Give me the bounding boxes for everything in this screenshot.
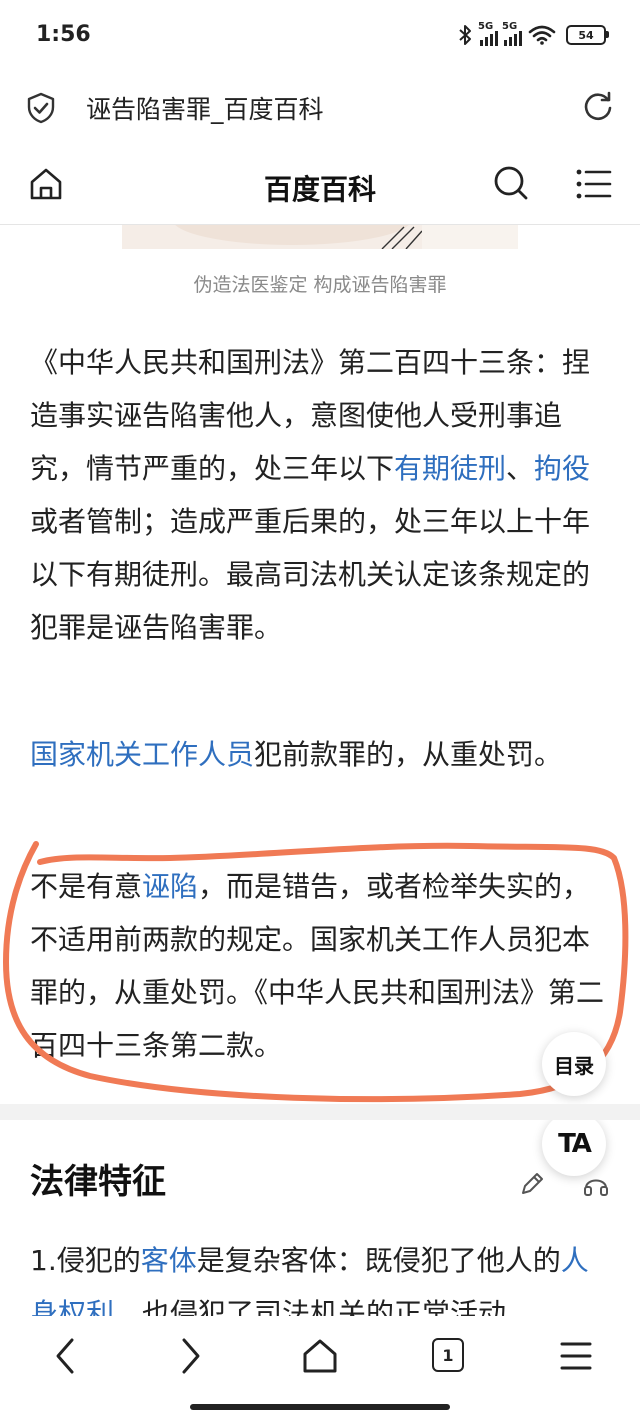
back-icon[interactable] bbox=[50, 1336, 80, 1376]
image-fragment bbox=[175, 225, 518, 249]
tab-count: 1 bbox=[442, 1345, 454, 1365]
paragraph-3: 不是有意诬陷，而是错告，或者检举失实的，不适用前两款的规定。国家机关工作人员犯本… bbox=[30, 860, 614, 1072]
home-nav-icon[interactable] bbox=[300, 1336, 340, 1376]
gesture-bar[interactable] bbox=[190, 1404, 450, 1410]
home-icon[interactable] bbox=[28, 166, 64, 202]
search-icon[interactable] bbox=[492, 164, 530, 202]
status-icons: 5G 5G 54 bbox=[456, 21, 609, 46]
forward-icon[interactable] bbox=[176, 1336, 206, 1376]
paragraph-1: 《中华人民共和国刑法》第二百四十三条：捏造事实诬告陷害他人，意图使他人受刑事追究… bbox=[30, 336, 614, 654]
link-wuxian[interactable]: 诬陷 bbox=[142, 870, 198, 903]
browser-menu-icon[interactable] bbox=[558, 1336, 594, 1376]
image-caption: 伪造法医鉴定 构成诬告陷害罪 bbox=[193, 274, 447, 296]
signal-icon-2: 5G bbox=[502, 21, 522, 46]
paragraph-2: 国家机关工作人员犯前款罪的，从重处罚。 bbox=[30, 728, 614, 781]
toc-button[interactable]: 目录 bbox=[542, 1032, 606, 1096]
browser-title-bar[interactable]: 诬告陷害罪_百度百科 bbox=[0, 76, 640, 140]
status-time: 1:56 bbox=[36, 22, 91, 47]
text-span: 1.侵犯的 bbox=[30, 1244, 141, 1277]
text-span: 不是有意 bbox=[30, 870, 143, 903]
section-divider bbox=[0, 1104, 640, 1120]
page-title[interactable]: 诬告陷害罪_百度百科 bbox=[86, 90, 324, 126]
text-span: 或者管制；造成严重后果的，处三年以上十年以下有期徒刑。最高司法机关认定该条规定的… bbox=[30, 505, 591, 644]
wifi-icon bbox=[528, 25, 556, 45]
site-name: 百度百科 bbox=[263, 173, 376, 206]
toc-label: 目录 bbox=[554, 1053, 594, 1078]
ta-button[interactable]: TA bbox=[542, 1112, 606, 1176]
article-image[interactable] bbox=[122, 225, 518, 249]
section-title: 法律特征 bbox=[30, 1162, 166, 1202]
status-bar: 1:56 5G 5G 54 bbox=[0, 0, 640, 72]
tabs-button[interactable]: 1 bbox=[432, 1338, 464, 1372]
text-span: 、 bbox=[506, 452, 535, 485]
text-span: 犯前款罪的，从重处罚。 bbox=[254, 738, 563, 771]
edit-icon[interactable] bbox=[518, 1170, 546, 1198]
bluetooth-icon bbox=[459, 25, 471, 45]
signal-icon: 5G bbox=[478, 21, 498, 46]
link-juyi[interactable]: 拘役 bbox=[534, 452, 590, 485]
headphones-icon[interactable] bbox=[582, 1170, 610, 1198]
security-shield-icon[interactable] bbox=[26, 92, 56, 124]
link-guojia-jiguan[interactable]: 国家机关工作人员 bbox=[30, 738, 254, 771]
reload-icon[interactable] bbox=[582, 90, 614, 122]
battery-level: 54 bbox=[578, 28, 594, 42]
text-span: 是复杂客体：既侵犯了他人的 bbox=[196, 1244, 561, 1277]
ta-label: TA bbox=[558, 1129, 592, 1159]
link-keti[interactable]: 客体 bbox=[141, 1244, 197, 1277]
site-header: 百度百科 bbox=[0, 150, 640, 225]
battery-icon: 54 bbox=[566, 25, 609, 45]
menu-icon[interactable] bbox=[576, 168, 612, 200]
link-youqi-tuxing[interactable]: 有期徒刑 bbox=[394, 452, 506, 485]
